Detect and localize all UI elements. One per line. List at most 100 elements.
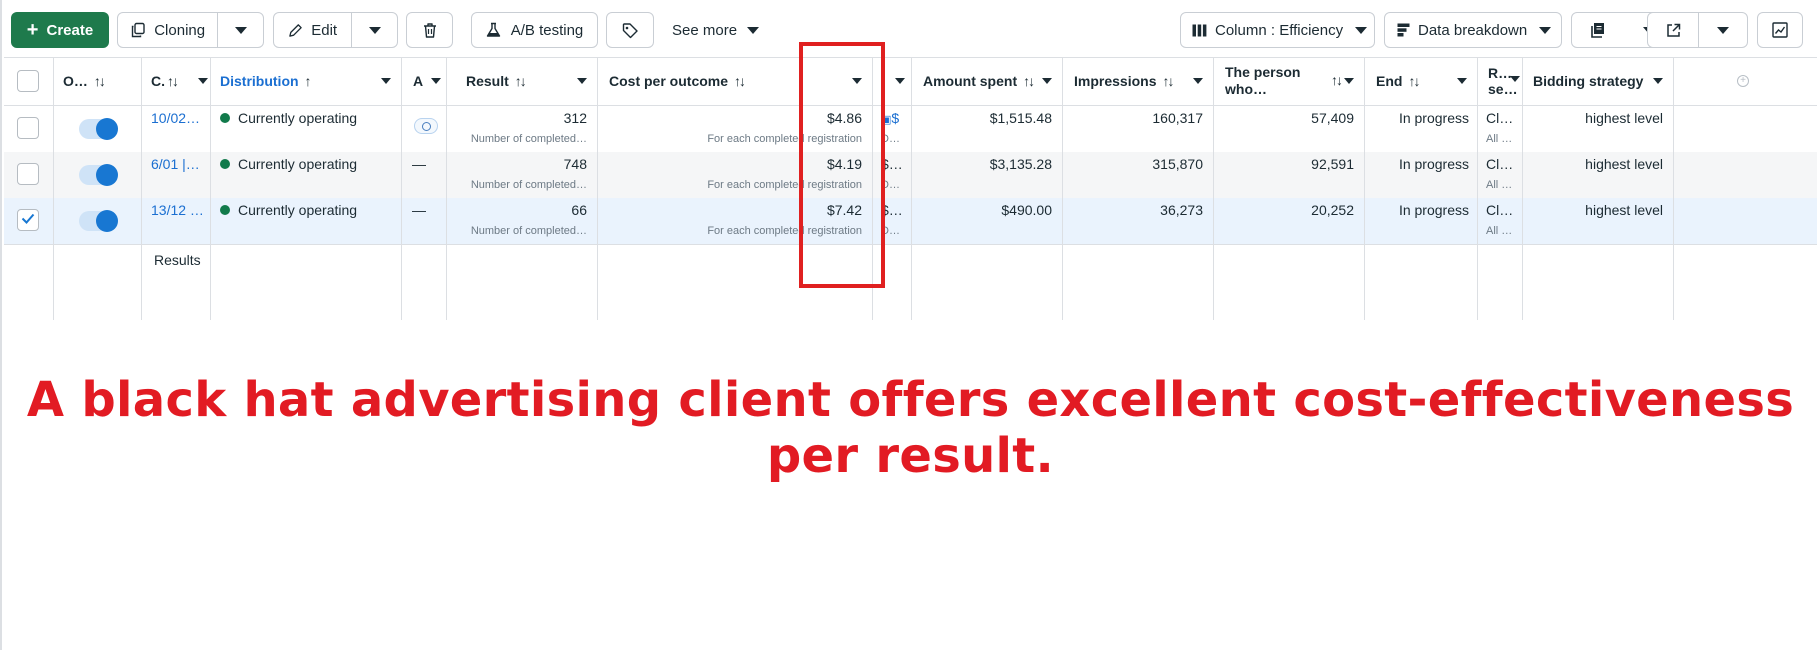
sort-icon: ↑↓ bbox=[1331, 72, 1343, 88]
sort-icon: ↑↓ bbox=[167, 73, 179, 89]
r-value: Cl… bbox=[1486, 202, 1514, 218]
result-value[interactable]: 66 bbox=[454, 202, 587, 218]
sort-icon: ↑↓ bbox=[1408, 73, 1420, 89]
sort-icon: ↑↓ bbox=[1162, 73, 1174, 89]
status-toggle[interactable] bbox=[79, 164, 118, 186]
result-value[interactable]: 312 bbox=[454, 110, 587, 126]
export-split-button bbox=[1647, 12, 1748, 48]
row-checkbox[interactable] bbox=[17, 209, 39, 231]
edit-dropdown-button[interactable] bbox=[351, 13, 397, 47]
divider bbox=[597, 57, 598, 320]
cloning-split-button: Cloning bbox=[117, 12, 264, 48]
col-header-amount-spent[interactable]: Amount spent ↑↓ bbox=[923, 57, 1062, 105]
delivery-status: Currently operating bbox=[220, 202, 398, 218]
chevron-down-icon bbox=[234, 26, 247, 34]
col-header-label: Amount spent bbox=[923, 73, 1018, 89]
col-header-r[interactable]: R… se… bbox=[1488, 57, 1522, 105]
divider bbox=[1522, 57, 1523, 320]
ab-testing-button[interactable]: A/B testing bbox=[471, 12, 598, 48]
col-header-label: Distribution bbox=[220, 73, 299, 89]
r-value: Cl… bbox=[1486, 156, 1514, 172]
divider bbox=[210, 57, 211, 320]
end-value: In progress bbox=[1398, 110, 1469, 126]
delete-button[interactable] bbox=[406, 12, 453, 48]
see-more-button[interactable]: See more bbox=[672, 12, 762, 48]
row-checkbox[interactable] bbox=[17, 117, 39, 139]
narrow-col-value: $… bbox=[881, 202, 903, 218]
plus-icon: + bbox=[26, 19, 39, 41]
chart-icon bbox=[1772, 22, 1788, 38]
chevron-down-icon bbox=[1355, 26, 1368, 34]
select-all-checkbox[interactable] bbox=[17, 70, 39, 92]
campaign-name-link[interactable]: 10/02… bbox=[151, 110, 207, 126]
col-header-onoff[interactable]: O… ↑↓ bbox=[63, 57, 141, 105]
create-button[interactable]: + Create bbox=[11, 12, 109, 48]
cloning-button[interactable]: Cloning bbox=[118, 13, 217, 47]
ab-testing-label: A/B testing bbox=[510, 21, 584, 39]
col-header-label: End bbox=[1376, 73, 1403, 89]
edit-button[interactable]: Edit bbox=[274, 13, 351, 47]
col-header-a[interactable]: A bbox=[413, 57, 446, 105]
col-header-bidding-strategy[interactable]: Bidding strategy bbox=[1533, 57, 1673, 105]
end-value: In progress bbox=[1398, 156, 1469, 172]
breakdown-icon bbox=[1397, 23, 1410, 37]
chevron-down-icon bbox=[1717, 26, 1730, 34]
cloning-dropdown-button[interactable] bbox=[217, 13, 263, 47]
column-selector-button[interactable]: Column : Efficiency bbox=[1180, 12, 1375, 48]
amount-spent-value: $1,515.48 bbox=[989, 110, 1052, 126]
bidding-strategy-value: highest level bbox=[1585, 156, 1663, 172]
reach-value: 92,591 bbox=[1311, 156, 1354, 172]
sort-icon: ↑↓ bbox=[514, 73, 527, 89]
chevron-down-icon bbox=[1042, 78, 1052, 84]
col-header-campaign[interactable]: C. ↑↓ bbox=[151, 57, 210, 105]
create-label: Create bbox=[46, 21, 94, 39]
reports-button[interactable] bbox=[1572, 13, 1624, 47]
col-header-label: Bidding strategy bbox=[1533, 73, 1644, 89]
col-header-result[interactable]: Result ↑↓ bbox=[466, 57, 597, 105]
campaign-name-link[interactable]: 6/01 |… bbox=[151, 156, 207, 172]
col-header-person-who[interactable]: The person who… ↑↓ bbox=[1225, 57, 1364, 105]
column-selector-label: Column : Efficiency bbox=[1215, 21, 1344, 39]
export-button[interactable] bbox=[1648, 13, 1698, 47]
checkmark-icon bbox=[21, 211, 35, 229]
amount-spent-value: $3,135.28 bbox=[989, 156, 1052, 172]
end-value: In progress bbox=[1398, 202, 1469, 218]
info-badge-icon[interactable] bbox=[414, 118, 438, 134]
external-link-icon bbox=[1666, 23, 1681, 38]
tag-button[interactable] bbox=[606, 12, 654, 48]
col-header-end[interactable]: End ↑↓ bbox=[1376, 57, 1477, 105]
data-breakdown-button[interactable]: Data breakdown bbox=[1384, 12, 1562, 48]
impressions-value: 160,317 bbox=[1152, 110, 1203, 126]
col-header-impressions[interactable]: Impressions ↑↓ bbox=[1074, 57, 1213, 105]
col-header-label: O… bbox=[63, 73, 88, 89]
copy-icon bbox=[130, 22, 146, 38]
result-number: 748 bbox=[563, 156, 587, 172]
status-dot-icon bbox=[220, 205, 230, 216]
col-header-label: Impressions bbox=[1074, 73, 1157, 89]
col-header-label: The person bbox=[1225, 64, 1301, 80]
status-toggle[interactable] bbox=[79, 210, 118, 232]
results-summary-label: Results bbox=[154, 252, 201, 268]
result-number: 312 bbox=[563, 110, 587, 126]
toolbar: + Create Cloning Edit A/B testing See mo… bbox=[2, 0, 1817, 58]
col-header-label: Cost per outcome bbox=[609, 73, 729, 89]
chevron-down-icon bbox=[895, 78, 905, 84]
charts-button[interactable] bbox=[1757, 12, 1803, 48]
r-subtext: All … bbox=[1486, 225, 1513, 237]
report-icon bbox=[1590, 22, 1606, 38]
col-header-label: se… bbox=[1488, 81, 1518, 97]
export-dropdown-button[interactable] bbox=[1698, 13, 1747, 47]
delivery-status-text: Currently operating bbox=[238, 110, 358, 126]
row-checkbox[interactable] bbox=[17, 163, 39, 185]
add-column-icon[interactable]: + bbox=[1737, 75, 1749, 87]
col-header-label: Result bbox=[466, 73, 509, 89]
col-header-distribution[interactable]: Distribution ↑ bbox=[220, 57, 401, 105]
divider bbox=[1213, 57, 1214, 320]
narrow-col-subtext: D… bbox=[881, 225, 900, 237]
divider bbox=[446, 57, 447, 320]
result-value[interactable]: 748 bbox=[454, 156, 587, 172]
result-subtext: Number of completed… bbox=[470, 225, 587, 237]
status-toggle[interactable] bbox=[79, 118, 118, 140]
status-dot-icon bbox=[220, 113, 230, 124]
campaign-name-link[interactable]: 13/12 … bbox=[151, 202, 207, 218]
